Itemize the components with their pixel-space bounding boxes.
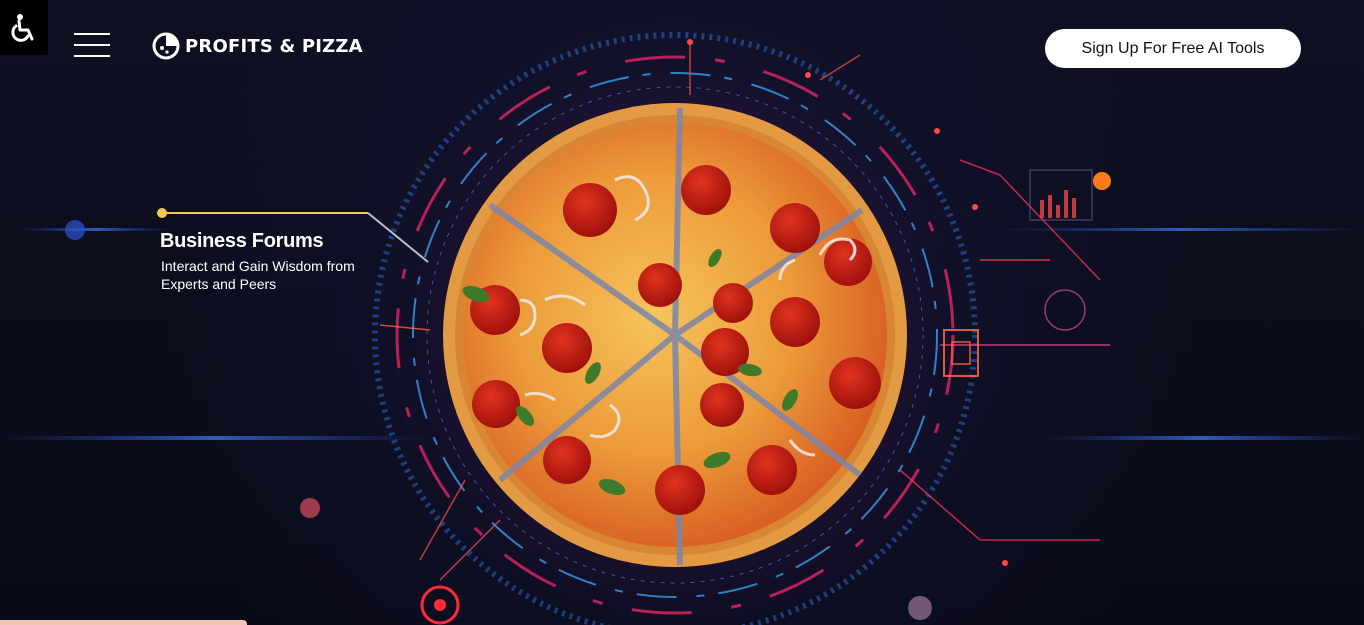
neon-streak bbox=[20, 228, 170, 231]
glow-dot bbox=[65, 220, 85, 240]
neon-streak bbox=[0, 436, 430, 440]
callout-description: Interact and Gain Wisdom from Experts an… bbox=[161, 258, 355, 292]
hamburger-menu-button[interactable] bbox=[74, 33, 110, 57]
mini-chart-icon bbox=[1029, 169, 1093, 221]
neon-streak bbox=[1040, 436, 1364, 440]
site-logo[interactable]: PROFITS & PIZZA bbox=[151, 31, 363, 61]
signup-free-ai-tools-button[interactable]: Sign Up For Free AI Tools bbox=[1045, 29, 1301, 68]
hero-illustration bbox=[0, 32, 1364, 625]
accessibility-button[interactable] bbox=[0, 0, 48, 55]
menu-line bbox=[74, 33, 110, 35]
pizza-chart-icon bbox=[152, 32, 180, 60]
pizza bbox=[443, 103, 907, 567]
callout-title: Business Forums bbox=[160, 230, 324, 252]
bottom-floating-bar[interactable] bbox=[0, 620, 247, 625]
hero-stage: PROFITS & PIZZA Sign Up For Free AI Tool… bbox=[0, 0, 1364, 625]
logo-text: PROFITS & PIZZA bbox=[185, 35, 363, 57]
menu-line bbox=[74, 44, 110, 46]
wheelchair-icon bbox=[11, 13, 34, 42]
neon-streak bbox=[1000, 228, 1364, 231]
menu-line bbox=[74, 55, 110, 57]
